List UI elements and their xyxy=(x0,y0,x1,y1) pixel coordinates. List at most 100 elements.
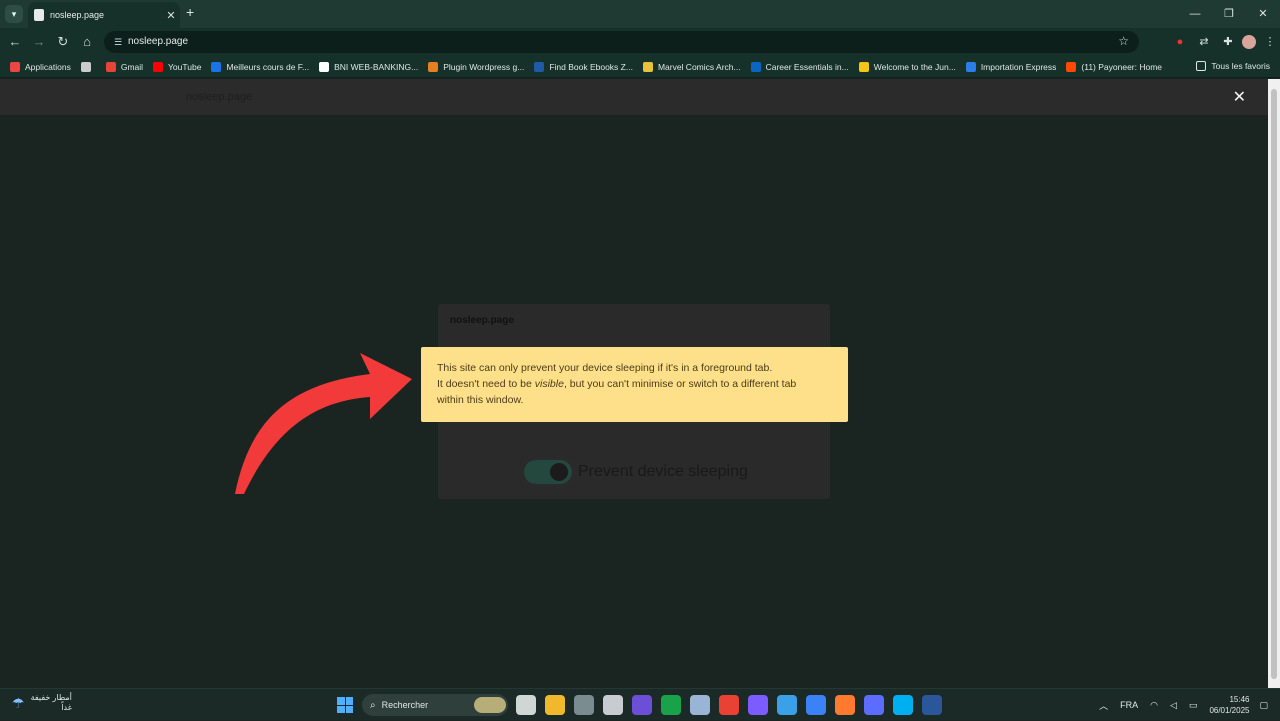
bookmark-item[interactable]: Meilleurs cours de F... xyxy=(211,61,310,72)
bookmark-favicon-icon xyxy=(1066,61,1077,72)
bookmark-star-icon[interactable]: ☆ xyxy=(1118,34,1129,48)
taskbar-app-icon[interactable] xyxy=(574,695,594,715)
scrollbar-thumb[interactable] xyxy=(1271,89,1277,679)
language-indicator[interactable]: FRA xyxy=(1120,700,1138,710)
menu-kebab-icon[interactable]: ⋮ xyxy=(1260,33,1280,51)
umbrella-rain-icon: ☂ xyxy=(12,694,25,711)
taskbar-app-icon[interactable] xyxy=(661,695,681,715)
taskbar-app-icon[interactable] xyxy=(603,695,623,715)
taskbar-app-icon[interactable] xyxy=(922,695,942,715)
wifi-icon[interactable]: ◠ xyxy=(1150,700,1158,711)
toggle-knob xyxy=(550,463,568,481)
weather-condition: أمطار خفيفة xyxy=(30,693,72,702)
bookmark-favicon-icon xyxy=(965,61,976,72)
taskbar-app-icon[interactable] xyxy=(777,695,797,715)
toggle-label: Prevent device sleeping xyxy=(578,463,748,480)
profile-avatar[interactable] xyxy=(1242,35,1256,49)
taskbar-app-icon[interactable] xyxy=(835,695,855,715)
page-favicon-icon xyxy=(34,9,44,21)
bookmark-label: Meilleurs cours de F... xyxy=(226,61,310,72)
red-arrow-annotation xyxy=(235,353,412,494)
toolbar-actions: ● ⇄ ✚ ⋮ xyxy=(1170,33,1280,51)
foreground-tab-warning: This site can only prevent your device s… xyxy=(421,347,848,422)
taskbar-app-icon[interactable] xyxy=(545,695,565,715)
bookmark-item[interactable]: BNI WEB-BANKING... xyxy=(319,61,419,72)
bookmark-item[interactable]: Gmail xyxy=(105,61,143,72)
tab-title: nosleep.page xyxy=(50,10,105,20)
search-highlight-image xyxy=(474,697,506,713)
page-viewport: nosleep.page ✕ nosleep.page Prevent devi… xyxy=(0,79,1268,688)
bookmarks-bar: Applications Gmail YouTube Meilleurs cours … xyxy=(0,56,1280,78)
taskbar-app-icon[interactable] xyxy=(719,695,739,715)
bookmark-favicon-icon xyxy=(428,61,439,72)
page-site-name: nosleep.page xyxy=(186,91,253,103)
battery-icon[interactable]: ▭ xyxy=(1189,700,1198,711)
tab-search-button[interactable]: ▾ xyxy=(5,5,23,23)
back-button[interactable]: ← xyxy=(6,33,24,51)
all-bookmarks[interactable]: Tous les favoris xyxy=(1196,61,1270,71)
taskbar-app-icon[interactable] xyxy=(748,695,768,715)
tab-strip: ▾ nosleep.page ✕ + — ❐ ✕ xyxy=(0,0,1280,28)
tab-close-icon[interactable]: ✕ xyxy=(162,9,180,22)
extensions-puzzle-icon[interactable]: ✚ xyxy=(1218,33,1238,51)
clock[interactable]: 15:46 06/01/2025 xyxy=(1209,694,1249,716)
clock-date: 06/01/2025 xyxy=(1209,706,1250,715)
bookmark-item[interactable]: Importation Express xyxy=(965,61,1056,72)
warning-line-2: It doesn't need to be visible, but you c… xyxy=(437,378,797,390)
bookmark-item[interactable]: Plugin Wordpress g... xyxy=(428,61,525,72)
close-icon[interactable]: ✕ xyxy=(1233,87,1246,107)
extension-red-icon[interactable]: ● xyxy=(1170,33,1190,51)
url-text: nosleep.page xyxy=(128,36,189,47)
bookmark-item[interactable]: (11) Payoneer: Home xyxy=(1066,61,1162,72)
reload-button[interactable]: ↻ xyxy=(54,33,72,51)
bookmark-item[interactable]: Find Book Ebooks Z... xyxy=(534,61,633,72)
browser-toolbar: ← → ↻ ⌂ ☰ nosleep.page ☆ ● ⇄ ✚ ⋮ xyxy=(0,28,1280,56)
bookmark-label: Plugin Wordpress g... xyxy=(443,61,525,72)
site-info-icon[interactable]: ☰ xyxy=(111,35,125,49)
volume-icon[interactable]: ◁ xyxy=(1170,700,1177,711)
taskbar-app-icon[interactable] xyxy=(806,695,826,715)
card-title: nosleep.page xyxy=(450,315,514,326)
taskbar-search[interactable]: ⌕ Rechercher xyxy=(362,694,508,716)
bookmark-favicon-icon xyxy=(153,61,164,72)
tray-overflow-icon[interactable]: ︿ xyxy=(1099,699,1108,712)
prevent-sleep-toggle[interactable] xyxy=(524,460,572,484)
taskbar-app-icon[interactable] xyxy=(864,695,884,715)
taskbar-app-icon[interactable] xyxy=(690,695,710,715)
forward-button[interactable]: → xyxy=(30,33,48,51)
bookmark-favicon-icon xyxy=(319,61,330,72)
warning-line-3: within this window. xyxy=(437,394,524,406)
bookmark-label: Welcome to the Jun... xyxy=(873,61,956,72)
bookmark-label: BNI WEB-BANKING... xyxy=(334,61,419,72)
folder-icon xyxy=(1196,61,1207,71)
page-scrollbar[interactable] xyxy=(1268,79,1280,688)
address-bar[interactable]: ☰ nosleep.page ☆ xyxy=(104,31,1139,53)
extension-translate-icon[interactable]: ⇄ xyxy=(1194,33,1214,51)
maximize-button[interactable]: ❐ xyxy=(1212,0,1246,28)
bookmark-label: Career Essentials in... xyxy=(765,61,849,72)
bookmark-item[interactable]: Applications xyxy=(10,61,71,72)
taskbar-app-icon[interactable] xyxy=(893,695,913,715)
search-label: Rechercher xyxy=(381,700,429,710)
weather-widget[interactable]: ☂ أمطار خفيفة غداً xyxy=(12,693,72,713)
windows-start-icon[interactable] xyxy=(337,697,353,713)
new-tab-button[interactable]: + xyxy=(186,4,194,20)
bookmark-item[interactable] xyxy=(80,61,96,72)
bookmark-item[interactable]: YouTube xyxy=(153,61,201,72)
bookmark-favicon-icon xyxy=(750,61,761,72)
bookmark-favicon-icon xyxy=(534,61,545,72)
taskbar-app-icon[interactable] xyxy=(516,695,536,715)
taskbar-app-icon[interactable] xyxy=(632,695,652,715)
bookmark-item[interactable]: Welcome to the Jun... xyxy=(858,61,956,72)
close-window-button[interactable]: ✕ xyxy=(1246,0,1280,28)
bookmark-favicon-icon xyxy=(105,61,116,72)
home-button[interactable]: ⌂ xyxy=(78,33,96,51)
bookmark-label: Marvel Comics Arch... xyxy=(657,61,741,72)
notifications-icon[interactable]: ▢ xyxy=(1259,700,1268,711)
minimize-button[interactable]: — xyxy=(1178,0,1212,28)
bookmark-item[interactable]: Career Essentials in... xyxy=(750,61,849,72)
active-tab[interactable]: nosleep.page ✕ xyxy=(28,2,180,28)
window-controls: — ❐ ✕ xyxy=(1178,0,1280,28)
visible-emphasis: visible xyxy=(534,378,564,390)
bookmark-item[interactable]: Marvel Comics Arch... xyxy=(642,61,741,72)
